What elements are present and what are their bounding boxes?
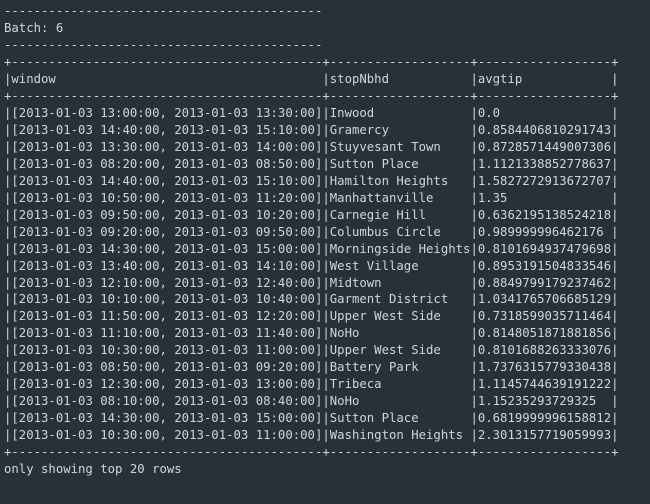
- cell-window: [2013-01-03 14:40:00, 2013-01-03 15:10:0…: [11, 123, 322, 137]
- cell-window: [2013-01-03 09:50:00, 2013-01-03 10:20:0…: [11, 208, 322, 222]
- cell-avgtip: 1.0341765706685129: [478, 292, 611, 306]
- table-border: +---------------------------------------…: [4, 89, 618, 103]
- table-border: +---------------------------------------…: [4, 55, 618, 69]
- footer-note: only showing top 20 rows: [4, 462, 182, 476]
- cell-avgtip: 0.8584406810291743: [478, 123, 611, 137]
- cell-window: [2013-01-03 13:30:00, 2013-01-03 14:00:0…: [11, 140, 322, 154]
- cell-avgtip: 0.8148051871881856: [478, 326, 611, 340]
- col-header-avgtip: avgtip: [478, 72, 611, 86]
- cell-window: [2013-01-03 08:50:00, 2013-01-03 09:20:0…: [11, 360, 322, 374]
- cell-avgtip: 0.8849799179237462: [478, 276, 611, 290]
- cell-stopnbhd: Gramercy: [330, 123, 471, 137]
- cell-avgtip: 2.3013157719059993: [478, 428, 611, 442]
- cell-window: [2013-01-03 14:30:00, 2013-01-03 15:00:0…: [11, 242, 322, 256]
- cell-avgtip: 0.0: [478, 106, 611, 120]
- cell-avgtip: 0.6819999996158812: [478, 411, 611, 425]
- cell-window: [2013-01-03 11:10:00, 2013-01-03 11:40:0…: [11, 326, 322, 340]
- divider: ----------------------------------------…: [4, 38, 322, 52]
- cell-stopnbhd: Upper West Side: [330, 309, 471, 323]
- cell-avgtip: 1.35: [478, 191, 611, 205]
- cell-window: [2013-01-03 09:20:00, 2013-01-03 09:50:0…: [11, 225, 322, 239]
- cell-avgtip: 0.7318599035711464: [478, 309, 611, 323]
- cell-window: [2013-01-03 13:00:00, 2013-01-03 13:30:0…: [11, 106, 322, 120]
- cell-window: [2013-01-03 13:40:00, 2013-01-03 14:10:0…: [11, 259, 322, 273]
- cell-stopnbhd: Garment District: [330, 292, 471, 306]
- cell-window: [2013-01-03 08:20:00, 2013-01-03 08:50:0…: [11, 157, 322, 171]
- cell-stopnbhd: Tribeca: [330, 377, 471, 391]
- cell-avgtip: 0.8953191504833546: [478, 259, 611, 273]
- cell-avgtip: 1.1121338852778637: [478, 157, 611, 171]
- cell-stopnbhd: Stuyvesant Town: [330, 140, 471, 154]
- cell-stopnbhd: Washington Heights: [330, 428, 471, 442]
- cell-stopnbhd: NoHo: [330, 394, 471, 408]
- cell-window: [2013-01-03 10:50:00, 2013-01-03 11:20:0…: [11, 191, 322, 205]
- cell-avgtip: 1.5827272913672707: [478, 174, 611, 188]
- cell-avgtip: 0.8101694937479698: [478, 242, 611, 256]
- cell-avgtip: 0.8101688263333076: [478, 343, 611, 357]
- cell-window: [2013-01-03 10:30:00, 2013-01-03 11:00:0…: [11, 343, 322, 357]
- cell-stopnbhd: Battery Park: [330, 360, 471, 374]
- terminal-output: ----------------------------------------…: [0, 0, 650, 482]
- cell-avgtip: 1.1145744639191222: [478, 377, 611, 391]
- cell-stopnbhd: Inwood: [330, 106, 471, 120]
- cell-stopnbhd: Sutton Place: [330, 411, 471, 425]
- cell-avgtip: 0.6362195138524218: [478, 208, 611, 222]
- cell-stopnbhd: Midtown: [330, 276, 471, 290]
- cell-stopnbhd: Sutton Place: [330, 157, 471, 171]
- cell-stopnbhd: West Village: [330, 259, 471, 273]
- cell-stopnbhd: Upper West Side: [330, 343, 471, 357]
- divider: ----------------------------------------…: [4, 4, 322, 18]
- cell-avgtip: 0.989999996462176: [478, 225, 611, 239]
- cell-avgtip: 0.8728571449007306: [478, 140, 611, 154]
- cell-window: [2013-01-03 12:10:00, 2013-01-03 12:40:0…: [11, 276, 322, 290]
- table-border: +---------------------------------------…: [4, 445, 618, 459]
- cell-stopnbhd: Manhattanville: [330, 191, 471, 205]
- cell-stopnbhd: Hamilton Heights: [330, 174, 471, 188]
- col-header-stopnbhd: stopNbhd: [330, 72, 471, 86]
- batch-label: Batch: 6: [4, 21, 63, 35]
- cell-avgtip: 1.15235293729325: [478, 394, 611, 408]
- col-header-window: window: [11, 72, 322, 86]
- cell-window: [2013-01-03 10:30:00, 2013-01-03 11:00:0…: [11, 428, 322, 442]
- cell-stopnbhd: NoHo: [330, 326, 471, 340]
- cell-avgtip: 1.7376315779330438: [478, 360, 611, 374]
- cell-stopnbhd: Columbus Circle: [330, 225, 471, 239]
- cell-stopnbhd: Carnegie Hill: [330, 208, 471, 222]
- cell-window: [2013-01-03 08:10:00, 2013-01-03 08:40:0…: [11, 394, 322, 408]
- cell-window: [2013-01-03 14:30:00, 2013-01-03 15:00:0…: [11, 411, 322, 425]
- cell-window: [2013-01-03 10:10:00, 2013-01-03 10:40:0…: [11, 292, 322, 306]
- cell-stopnbhd: Morningside Heights: [330, 242, 471, 256]
- cell-window: [2013-01-03 11:50:00, 2013-01-03 12:20:0…: [11, 309, 322, 323]
- cell-window: [2013-01-03 12:30:00, 2013-01-03 13:00:0…: [11, 377, 322, 391]
- cell-window: [2013-01-03 14:40:00, 2013-01-03 15:10:0…: [11, 174, 322, 188]
